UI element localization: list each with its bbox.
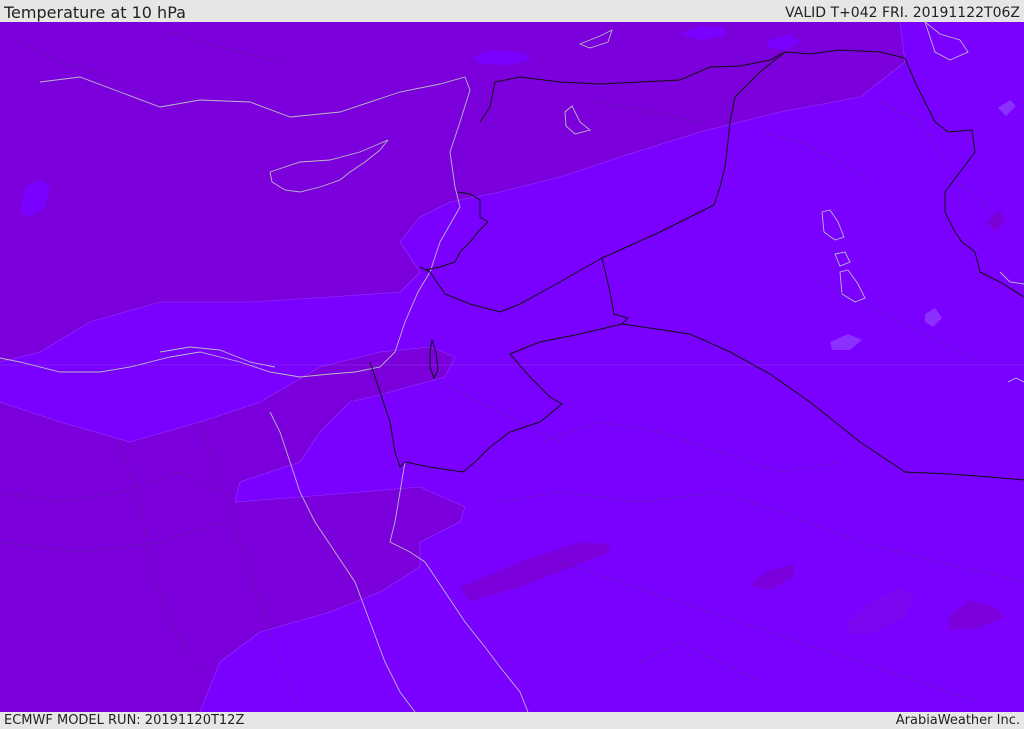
map-canvas (0, 22, 1024, 712)
credit-label: ArabiaWeather Inc. (895, 713, 1020, 728)
footer-bar: ECMWF MODEL RUN: 20191120T12Z ArabiaWeat… (0, 712, 1024, 729)
header-bar: Temperature at 10 hPa VALID T+042 FRI. 2… (0, 0, 1024, 22)
temperature-map (0, 22, 1024, 712)
map-frame: Temperature at 10 hPa VALID T+042 FRI. 2… (0, 0, 1024, 729)
valid-time-label: VALID T+042 FRI. 20191122T06Z (785, 5, 1020, 21)
map-title: Temperature at 10 hPa (4, 3, 186, 22)
model-run-label: ECMWF MODEL RUN: 20191120T12Z (4, 713, 245, 728)
